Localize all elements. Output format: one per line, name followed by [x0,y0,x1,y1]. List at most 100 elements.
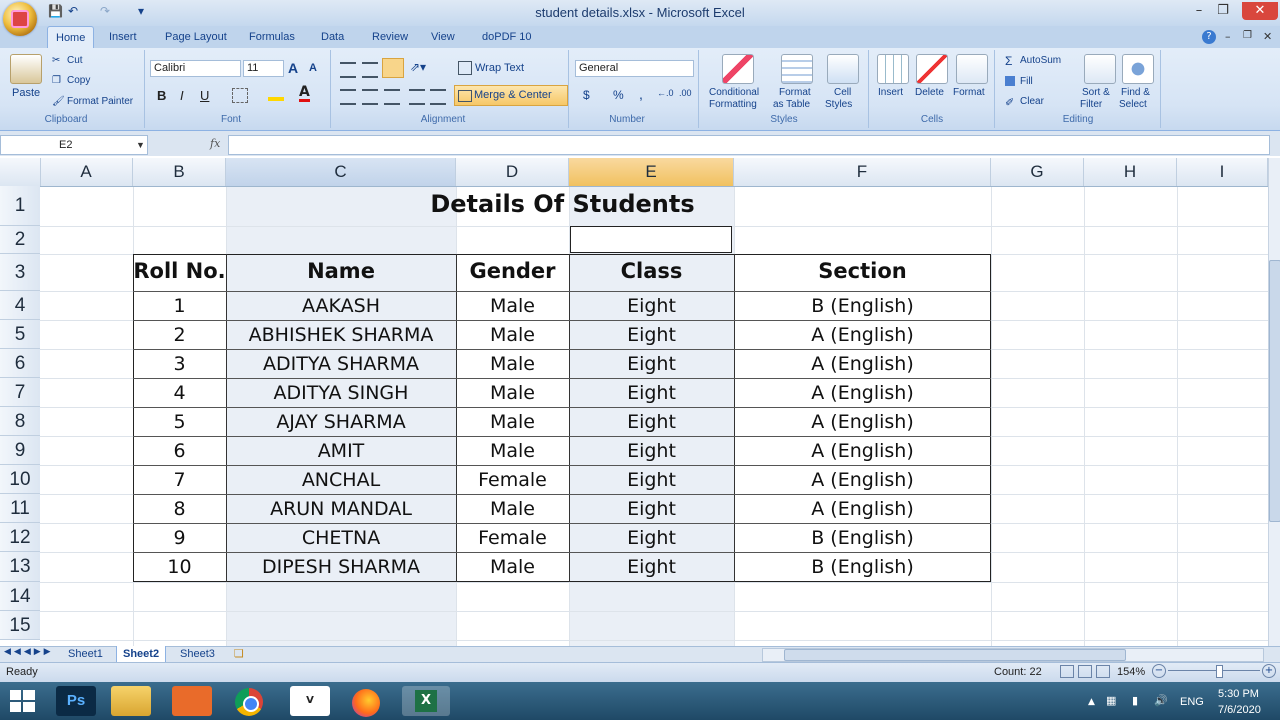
horizontal-scroll-thumb[interactable] [784,649,1126,661]
row-header-12[interactable]: 12 [0,523,40,552]
column-header-i[interactable]: I [1177,158,1268,186]
app-orange-icon[interactable] [172,686,212,716]
table-cell-roll[interactable]: 3 [133,353,226,375]
table-cell-gender[interactable]: Male [456,556,569,578]
normal-view-icon[interactable] [1060,665,1074,678]
paste-icon[interactable] [10,54,42,84]
minimize-button[interactable]: – [1186,2,1212,20]
table-cell-gender[interactable]: Male [456,295,569,317]
table-cell-class[interactable]: Eight [569,556,734,578]
page-layout-view-icon[interactable] [1078,665,1092,678]
sheet-tab-2[interactable]: Sheet2 [116,646,167,663]
tab-view[interactable]: View [423,26,463,48]
zoom-in-icon[interactable]: + [1262,664,1276,678]
fill-button[interactable]: Fill [1020,76,1033,87]
row-header-4[interactable]: 4 [0,291,40,320]
format-cells-button[interactable]: Format [953,87,985,98]
table-cell-section[interactable]: A (English) [734,382,991,404]
zoom-out-icon[interactable]: − [1152,664,1166,678]
bold-button[interactable]: B [157,88,166,103]
copy-button[interactable]: Copy [67,75,90,86]
table-cell-name[interactable]: ADITYA SHARMA [226,353,456,375]
table-cell-class[interactable]: Eight [569,527,734,549]
photoshop-icon[interactable]: Ps [56,686,96,716]
column-header-f[interactable]: F [734,158,991,186]
column-header-b[interactable]: B [133,158,226,186]
tab-page-layout[interactable]: Page Layout [157,26,235,48]
borders-icon[interactable] [232,88,248,103]
font-size-select[interactable]: 11 [243,60,284,77]
tray-arrow-icon[interactable]: ▲ [1088,697,1095,707]
zoom-slider-handle[interactable] [1216,665,1223,678]
active-cell-e2[interactable] [570,226,732,253]
table-cell-section[interactable]: B (English) [734,556,991,578]
shrink-font-button[interactable]: A [309,62,317,74]
battery-icon[interactable]: ▮ [1132,694,1138,707]
decrease-indent-icon[interactable] [409,89,425,105]
chrome-icon[interactable] [235,688,263,716]
table-cell-gender[interactable]: Male [456,440,569,462]
sheet-tab-1[interactable]: Sheet1 [62,646,109,662]
align-right-icon[interactable] [384,89,400,105]
doc-restore-button[interactable]: ❐ [1243,30,1252,41]
row-header-5[interactable]: 5 [0,320,40,349]
font-color-icon[interactable]: A [299,85,310,102]
percent-button[interactable]: % [613,88,624,102]
table-cell-section[interactable]: B (English) [734,527,991,549]
table-cell-class[interactable]: Eight [569,382,734,404]
help-icon[interactable]: ? [1202,30,1216,44]
row-header-3[interactable]: 3 [0,254,40,291]
row-header-15[interactable]: 15 [0,611,40,640]
conditional-formatting-label-1[interactable]: Conditional [709,87,759,98]
table-cell-roll[interactable]: 1 [133,295,226,317]
cell-styles-label-2[interactable]: Styles [825,99,852,110]
zoom-level[interactable]: 154% [1117,666,1145,678]
name-box[interactable]: E2 ▼ [0,135,148,155]
clock-time[interactable]: 5:30 PM [1218,688,1259,700]
tab-formulas[interactable]: Formulas [241,26,303,48]
delete-cells-button[interactable]: Delete [915,87,944,98]
tab-review[interactable]: Review [364,26,416,48]
table-cell-roll[interactable]: 4 [133,382,226,404]
table-cell-name[interactable]: AJAY SHARMA [226,411,456,433]
tab-data[interactable]: Data [313,26,352,48]
office-button[interactable] [3,2,37,36]
table-cell-name[interactable]: ADITYA SINGH [226,382,456,404]
table-cell-section[interactable]: A (English) [734,324,991,346]
table-cell-roll[interactable]: 10 [133,556,226,578]
table-cell-class[interactable]: Eight [569,324,734,346]
table-header-section[interactable]: Section [734,259,991,283]
table-cell-roll[interactable]: 2 [133,324,226,346]
vertical-scroll-thumb[interactable] [1269,260,1280,522]
row-header-10[interactable]: 10 [0,465,40,494]
select-all-corner[interactable] [0,158,41,186]
column-header-d[interactable]: D [456,158,569,186]
table-cell-roll[interactable]: 7 [133,469,226,491]
clear-button[interactable]: Clear [1020,96,1044,107]
maximize-button[interactable]: ❐ [1210,2,1236,20]
insert-cells-button[interactable]: Insert [878,87,903,98]
top-align-icon[interactable] [340,62,356,78]
wrap-text-button[interactable]: Wrap Text [475,62,524,74]
grow-font-button[interactable]: A [288,60,298,76]
underline-button[interactable]: U [200,88,209,103]
table-cell-section[interactable]: A (English) [734,469,991,491]
cut-button[interactable]: Cut [67,55,83,66]
autosum-button[interactable]: AutoSum [1020,55,1061,66]
excel-taskbar-item[interactable]: X [402,686,450,716]
bottom-align-icon[interactable] [382,58,404,78]
row-header-7[interactable]: 7 [0,378,40,407]
sort-filter-label-1[interactable]: Sort & [1082,87,1110,98]
font-name-select[interactable]: Calibri [150,60,241,77]
number-format-select[interactable]: General [575,60,694,77]
fx-button[interactable]: fx [210,137,220,150]
currency-button[interactable]: $ [583,88,590,102]
table-cell-class[interactable]: Eight [569,469,734,491]
vnc-viewer-icon[interactable]: V [290,686,330,716]
table-cell-section[interactable]: A (English) [734,440,991,462]
decrease-decimal-icon[interactable]: .00 [679,88,692,98]
table-cell-roll[interactable]: 8 [133,498,226,520]
cell-styles-label-1[interactable]: Cell [834,87,851,98]
column-header-h[interactable]: H [1084,158,1177,186]
language-indicator[interactable]: ENG [1180,696,1204,708]
